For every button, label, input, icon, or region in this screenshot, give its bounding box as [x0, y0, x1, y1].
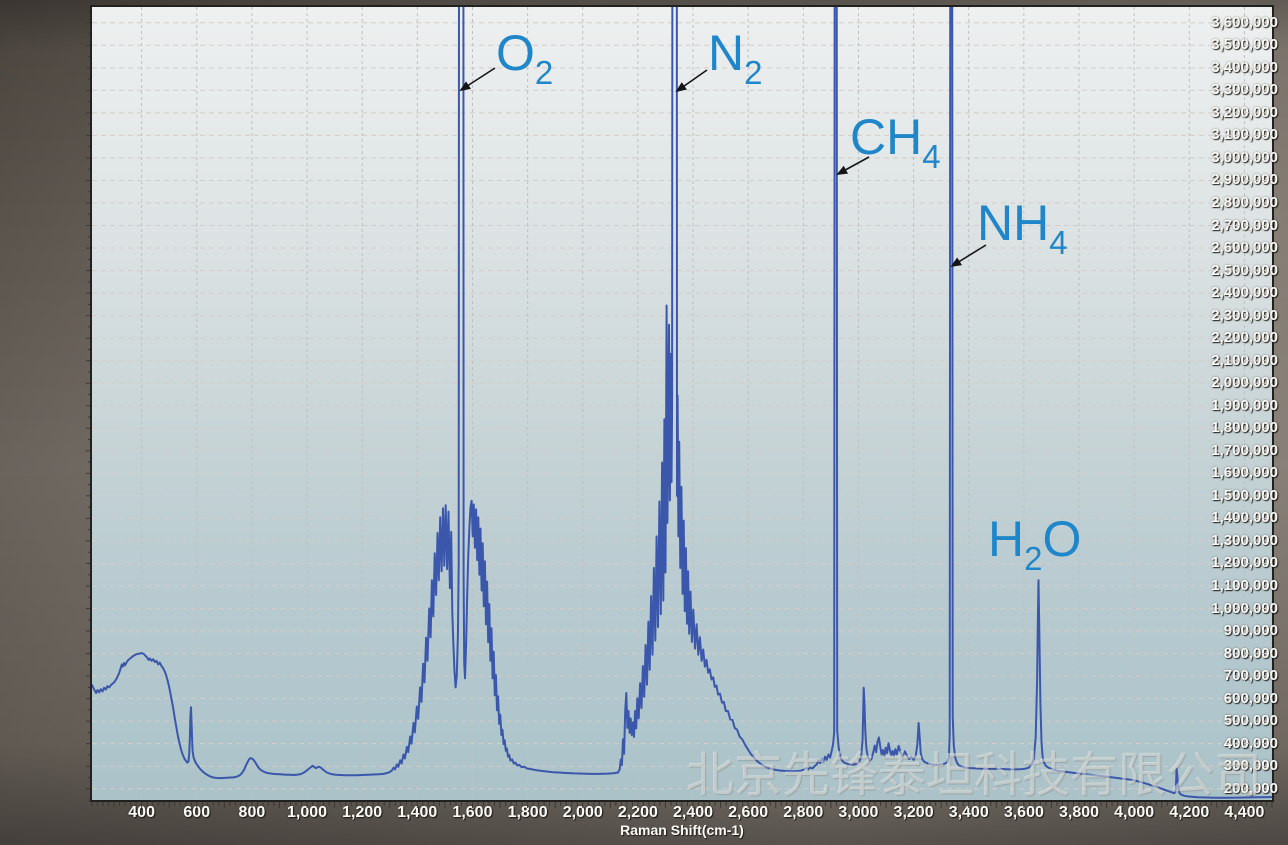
- axis-ticks: [86, 12, 1272, 808]
- spectrum-line: [92, 0, 1272, 798]
- annotation-text: 2: [1024, 540, 1042, 577]
- annotation-N2: N2: [708, 28, 762, 89]
- chart-canvas: [0, 0, 1288, 845]
- annotation-text: O: [496, 25, 535, 81]
- annotation-arrow-O2: [461, 68, 495, 90]
- annotation-CH4: CH4: [850, 112, 941, 173]
- annotation-text: N: [708, 25, 744, 81]
- annotation-text: NH: [977, 195, 1049, 251]
- annotation-text: 2: [744, 54, 762, 91]
- annotation-text: 4: [922, 138, 940, 175]
- annotation-H2O: H2O: [988, 514, 1081, 575]
- raman-spectrum-screen: { "watermark": { "text": "北京先锋泰坦科技有限公司" …: [0, 0, 1288, 845]
- annotation-arrow-N2: [677, 70, 707, 91]
- gridlines: [92, 7, 1272, 800]
- annotation-text: O: [1042, 511, 1081, 567]
- annotation-text: H: [988, 511, 1024, 567]
- annotation-O2: O2: [496, 28, 553, 89]
- annotation-text: 2: [535, 54, 553, 91]
- annotation-text: CH: [850, 109, 922, 165]
- annotation-text: 4: [1049, 224, 1067, 261]
- annotation-NH4: NH4: [977, 198, 1068, 259]
